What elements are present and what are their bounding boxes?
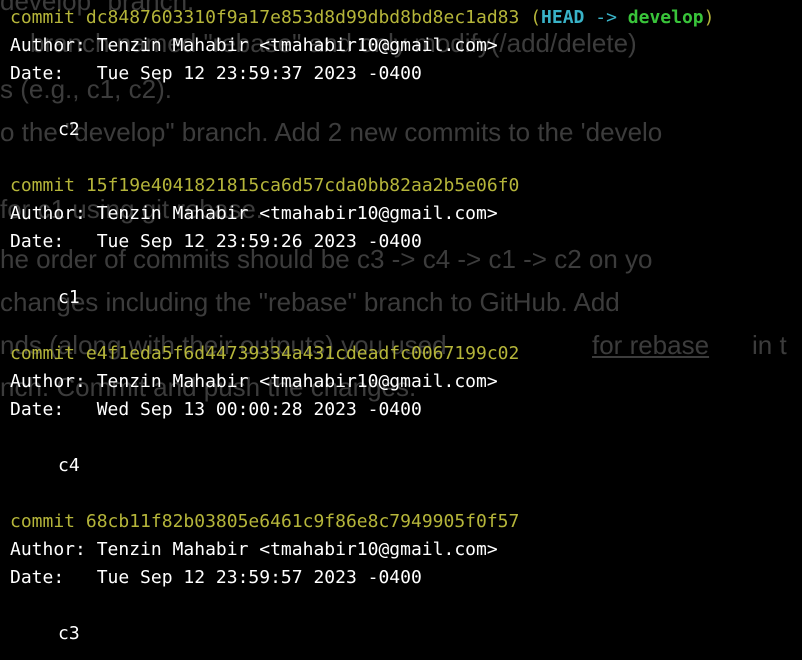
author-line: Author: Tenzin Mahabir <tmahabir10@gmail… xyxy=(10,32,802,60)
date-value: Tue Sep 12 23:59:37 2023 -0400 xyxy=(96,63,422,84)
commit-hash: e4f1eda5f6d44739334a431cdeadfc0067199c02 xyxy=(85,343,520,364)
date-value: Wed Sep 13 00:00:28 2023 -0400 xyxy=(96,399,422,420)
author-line: Author: Tenzin Mahabir <tmahabir10@gmail… xyxy=(10,536,802,564)
author-value: Tenzin Mahabir <tmahabir10@gmail.com> xyxy=(96,203,498,224)
commit-hash-line: commit dc8487603310f9a17e853d8d99dbd8bd8… xyxy=(10,7,715,28)
author-line: Author: Tenzin Mahabir <tmahabir10@gmail… xyxy=(10,368,802,396)
date-line: Date: Tue Sep 12 23:59:57 2023 -0400 xyxy=(10,564,802,592)
commit-message: c2 xyxy=(58,119,80,140)
author-value: Tenzin Mahabir <tmahabir10@gmail.com> xyxy=(96,35,498,56)
author-value: Tenzin Mahabir <tmahabir10@gmail.com> xyxy=(96,539,498,560)
author-label: Author: xyxy=(10,539,86,560)
date-value: Tue Sep 12 23:59:57 2023 -0400 xyxy=(96,567,422,588)
date-label: Date: xyxy=(10,63,65,84)
terminal-output[interactable]: commit dc8487603310f9a17e853d8d99dbd8bd8… xyxy=(10,4,802,648)
commit-keyword: commit xyxy=(10,511,76,532)
commit-entry: commit dc8487603310f9a17e853d8d99dbd8bd8… xyxy=(10,4,802,172)
author-label: Author: xyxy=(10,35,86,56)
author-value: Tenzin Mahabir <tmahabir10@gmail.com> xyxy=(96,371,498,392)
head-ref: HEAD xyxy=(541,7,585,28)
date-label: Date: xyxy=(10,231,65,252)
commit-entry: commit 15f19e4041821815ca6d57cda0bb82aa2… xyxy=(10,172,802,340)
date-label: Date: xyxy=(10,567,65,588)
commit-entry: commit 68cb11f82b03805e6461c9f86e8c79499… xyxy=(10,508,802,648)
date-line: Date: Wed Sep 13 00:00:28 2023 -0400 xyxy=(10,396,802,424)
author-label: Author: xyxy=(10,203,86,224)
commit-hash-line: commit 68cb11f82b03805e6461c9f86e8c79499… xyxy=(10,508,802,536)
date-label: Date: xyxy=(10,399,65,420)
date-line: Date: Tue Sep 12 23:59:37 2023 -0400 xyxy=(10,60,802,88)
branch-ref: develop xyxy=(627,7,704,28)
commit-hash-line: commit e4f1eda5f6d44739334a431cdeadfc006… xyxy=(10,340,802,368)
author-label: Author: xyxy=(10,371,86,392)
commit-hash: 68cb11f82b03805e6461c9f86e8c7949905f0f57 xyxy=(85,511,520,532)
commit-keyword: commit xyxy=(10,175,76,196)
commit-keyword: commit xyxy=(10,343,76,364)
commit-message: c4 xyxy=(58,455,80,476)
commit-keyword: commit xyxy=(10,7,76,28)
commit-message: c1 xyxy=(58,287,80,308)
date-line: Date: Tue Sep 12 23:59:26 2023 -0400 xyxy=(10,228,802,256)
commit-hash: dc8487603310f9a17e853d8d99dbd8bd8ec1ad83 xyxy=(85,7,520,28)
commit-hash: 15f19e4041821815ca6d57cda0bb82aa2b5e06f0 xyxy=(85,175,520,196)
author-line: Author: Tenzin Mahabir <tmahabir10@gmail… xyxy=(10,200,802,228)
commit-message: c3 xyxy=(58,623,80,644)
ref-arrow: -> xyxy=(595,7,617,28)
commit-entry: commit e4f1eda5f6d44739334a431cdeadfc006… xyxy=(10,340,802,508)
date-value: Tue Sep 12 23:59:26 2023 -0400 xyxy=(96,231,422,252)
commit-hash-line: commit 15f19e4041821815ca6d57cda0bb82aa2… xyxy=(10,172,802,200)
